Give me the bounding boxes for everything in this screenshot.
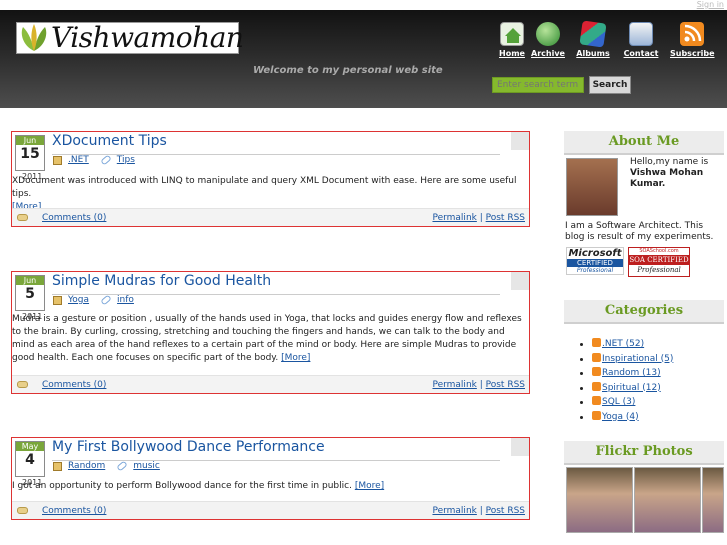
search-button[interactable]: Search: [589, 76, 631, 94]
nav-albums[interactable]: Albums: [571, 20, 615, 58]
permalink-link[interactable]: Permalink: [432, 213, 476, 223]
category-item[interactable]: .NET (52): [579, 337, 673, 352]
post-date: Jun 15 2011: [15, 135, 45, 181]
rss-icon: [680, 22, 704, 46]
folder-icon: [53, 461, 62, 471]
leaf-icon: [511, 132, 529, 150]
globe-icon: [536, 22, 560, 46]
about-me-panel: Hello,my name is Vishwa Mohan Kumar. I am…: [564, 155, 724, 290]
category-link[interactable]: Yoga: [68, 295, 89, 305]
tag-link[interactable]: music: [133, 461, 160, 471]
comment-icon: [17, 507, 28, 514]
soa-certified-badge: SOASchool.com SOA CERTIFIED Professional: [628, 247, 690, 277]
home-icon: [500, 22, 524, 46]
about-name: Vishwa Mohan Kumar.: [630, 168, 704, 189]
contact-icon: [629, 22, 653, 46]
post-rss-link[interactable]: Post RSS: [486, 506, 525, 516]
more-link[interactable]: [More]: [355, 481, 384, 491]
nav-contact[interactable]: Contact: [619, 22, 663, 58]
rss-icon: [592, 367, 601, 376]
tag-icon: [100, 154, 112, 166]
about-body: I am a Software Architect. This blog is …: [565, 221, 714, 242]
category-item[interactable]: Inspirational (5): [579, 352, 673, 367]
sign-in-link[interactable]: Sign in: [697, 0, 724, 9]
permalink-link[interactable]: Permalink: [432, 380, 476, 390]
rss-icon: [592, 410, 601, 420]
category-item[interactable]: Spiritual (12): [579, 381, 673, 396]
leaf-icon: [511, 272, 529, 290]
tag-link[interactable]: info: [117, 295, 134, 305]
permalink-link[interactable]: Permalink: [432, 506, 476, 516]
post-excerpt: Mudra is a gesture or position , usually…: [12, 314, 522, 363]
avatar: [566, 158, 618, 216]
post-date: May 4 2011: [15, 441, 45, 487]
comments-link[interactable]: Comments (0): [42, 506, 106, 516]
albums-icon: [579, 20, 607, 48]
post-date: Jun 5 2011: [15, 275, 45, 321]
post-title[interactable]: XDocument Tips: [52, 133, 167, 149]
rss-icon: [592, 396, 601, 405]
rss-icon: [592, 338, 601, 347]
post-meta: .NET Tips: [53, 154, 135, 166]
folder-icon: [53, 155, 62, 165]
post-card: Jun 15 2011 XDocument Tips .NET Tips XDo…: [11, 131, 530, 227]
site-logo[interactable]: Vishwamohan: [16, 22, 244, 54]
post-meta: Random music: [53, 460, 160, 472]
rss-icon: [592, 352, 601, 362]
site-title: Vishwamohan: [51, 21, 244, 54]
post-title[interactable]: My First Bollywood Dance Performance: [52, 439, 325, 455]
tagline: Welcome to my personal web site: [253, 65, 443, 76]
about-header: About Me: [564, 131, 724, 155]
post-footer: Comments (0) Permalink | Post RSS: [12, 501, 529, 519]
comments-link[interactable]: Comments (0): [42, 213, 106, 223]
tag-icon: [116, 460, 129, 472]
post-footer: Comments (0) Permalink | Post RSS: [12, 375, 529, 393]
leaf-logo-icon: [17, 23, 51, 53]
post-rss-link[interactable]: Post RSS: [486, 213, 525, 223]
category-link[interactable]: Random: [68, 461, 105, 471]
nav-archive[interactable]: Archive: [526, 22, 570, 58]
nav-subscribe[interactable]: Subscribe: [670, 22, 715, 58]
categories-list: .NET (52) Inspirational (5) Random (13) …: [579, 337, 673, 425]
post-excerpt: I got an opportunity to perform Bollywoo…: [12, 481, 385, 491]
leaf-icon: [511, 438, 529, 456]
post-card: Jun 5 2011 Simple Mudras for Good Health…: [11, 271, 530, 394]
comments-link[interactable]: Comments (0): [42, 380, 106, 390]
tag-link[interactable]: Tips: [117, 155, 135, 165]
flickr-photo[interactable]: [634, 467, 701, 533]
category-link[interactable]: .NET: [68, 155, 89, 165]
categories-title: Categories: [604, 303, 684, 318]
category-item[interactable]: Random (13): [579, 366, 673, 381]
flickr-header: Flickr Photos: [564, 441, 724, 465]
categories-header: Categories: [564, 300, 724, 324]
more-link[interactable]: [More]: [281, 353, 310, 363]
comment-icon: [17, 381, 28, 388]
about-title: About Me: [608, 134, 680, 149]
flickr-title: Flickr Photos: [595, 444, 693, 459]
tag-icon: [100, 294, 112, 306]
post-footer: Comments (0) Permalink | Post RSS: [12, 208, 529, 226]
category-item[interactable]: SQL (3): [579, 395, 673, 410]
category-item[interactable]: Yoga (4): [579, 410, 673, 425]
post-card: May 4 2011 My First Bollywood Dance Perf…: [11, 437, 530, 520]
post-rss-link[interactable]: Post RSS: [486, 380, 525, 390]
top-strip: [0, 0, 727, 10]
search-input[interactable]: [492, 77, 584, 93]
flickr-photo[interactable]: [702, 467, 724, 533]
post-title[interactable]: Simple Mudras for Good Health: [52, 273, 271, 289]
rss-icon: [592, 381, 601, 391]
microsoft-certified-badge: Microsoft CERTIFIED Professional: [566, 247, 624, 275]
flickr-photo[interactable]: [566, 467, 633, 533]
comment-icon: [17, 214, 28, 221]
post-meta: Yoga info: [53, 294, 134, 306]
folder-icon: [53, 295, 62, 305]
about-intro: Hello,my name is: [630, 157, 709, 167]
